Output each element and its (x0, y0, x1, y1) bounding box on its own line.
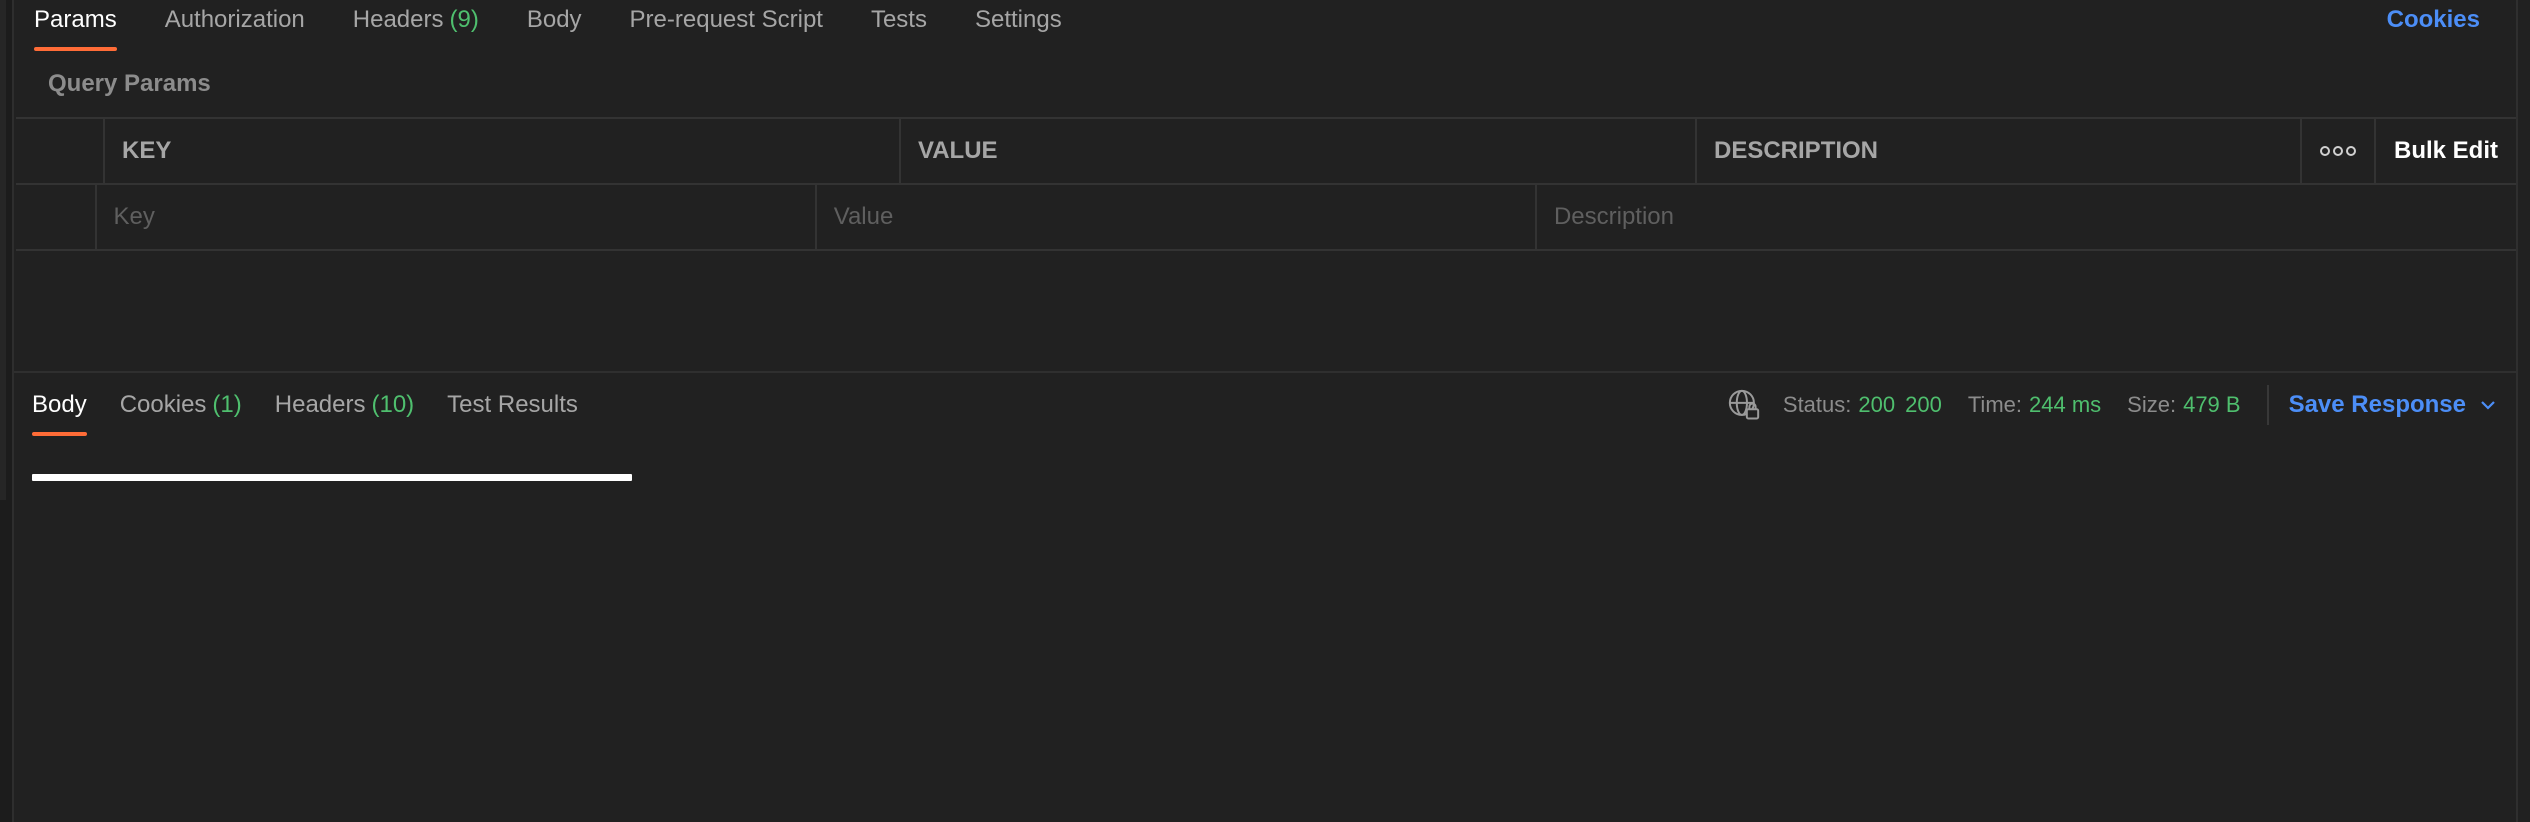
request-tabs: Params Authorization Headers (9) Body Pre… (34, 0, 1110, 52)
description-input[interactable]: Description (1537, 185, 2516, 249)
key-input[interactable]: Key (97, 185, 817, 249)
column-header-key: KEY (105, 119, 901, 183)
response-tab-body[interactable]: Body (32, 385, 87, 436)
tab-params-label: Params (34, 6, 117, 33)
status-label: Status: (1782, 392, 1852, 417)
status-code[interactable]: 200 (1858, 392, 1895, 418)
headers-count: (9) (449, 6, 479, 33)
left-rail (0, 0, 14, 822)
response-meta: Status: 200 200 Time: 244 ms Size: 479 B… (1727, 385, 2498, 425)
meta-separator (2266, 385, 2269, 425)
response-tab-cookies-label: Cookies (119, 391, 207, 418)
more-horizontal-icon (2320, 146, 2356, 156)
time-label: Time: (1967, 392, 2022, 417)
pane-divider[interactable] (14, 371, 2516, 373)
cookies-link[interactable]: Cookies (2387, 0, 2480, 40)
time-value[interactable]: 244 ms (2029, 392, 2101, 418)
left-rail-notch (0, 0, 6, 500)
status-text[interactable]: 200 (1905, 392, 1942, 418)
table-row: Key Value Description (16, 185, 2516, 251)
column-header-value: VALUE (901, 119, 1697, 183)
response-loading-bar (32, 474, 632, 481)
tab-authorization-label: Authorization (164, 6, 305, 33)
response-tabs: Body Cookies (1) Headers (10) Test Results (32, 385, 611, 436)
response-tab-cookies[interactable]: Cookies (1) (120, 385, 242, 435)
chevron-down-icon (2481, 401, 2495, 410)
size-label: Size: (2127, 392, 2177, 417)
tab-settings[interactable]: Settings (975, 0, 1062, 40)
table-header-row: KEY VALUE DESCRIPTION Bulk Edit (16, 119, 2516, 185)
response-tab-test-results[interactable]: Test Results (447, 385, 578, 435)
globe-lock-icon[interactable] (1727, 388, 1761, 422)
bulk-edit-cell: Bulk Edit (2376, 119, 2516, 183)
size-value[interactable]: 479 B (2183, 392, 2241, 418)
tab-tests[interactable]: Tests (871, 0, 927, 40)
more-options-button[interactable] (2302, 119, 2376, 183)
tab-headers-label: Headers (352, 6, 444, 33)
save-response-button[interactable]: Save Response (2289, 391, 2498, 419)
column-header-description: DESCRIPTION (1697, 119, 2302, 183)
tab-pre-request-script[interactable]: Pre-request Script (630, 0, 823, 40)
tab-body[interactable]: Body (527, 0, 582, 40)
response-headers-count: (10) (371, 391, 415, 418)
response-tab-headers-label: Headers (274, 391, 366, 418)
save-response-label: Save Response (2288, 391, 2466, 418)
tab-body-label: Body (526, 6, 582, 33)
response-tab-test-results-label: Test Results (447, 391, 578, 418)
tab-settings-label: Settings (974, 6, 1062, 33)
bulk-edit-button[interactable]: Bulk Edit (2394, 137, 2498, 165)
response-tab-headers[interactable]: Headers (10) (275, 385, 414, 435)
tab-headers[interactable]: Headers (9) (353, 0, 479, 40)
header-check-cell (16, 119, 105, 183)
tab-pre-request-script-label: Pre-request Script (629, 6, 823, 33)
tab-params[interactable]: Params (34, 0, 117, 51)
query-params-table: KEY VALUE DESCRIPTION Bulk Edit Key Valu… (16, 117, 2516, 251)
value-input[interactable]: Value (817, 185, 1537, 249)
tab-tests-label: Tests (870, 6, 927, 33)
response-tab-body-label: Body (32, 391, 87, 418)
tab-authorization[interactable]: Authorization (165, 0, 305, 40)
query-params-title: Query Params (48, 70, 211, 97)
response-cookies-count: (1) (212, 391, 242, 418)
row-check-cell (16, 185, 97, 249)
